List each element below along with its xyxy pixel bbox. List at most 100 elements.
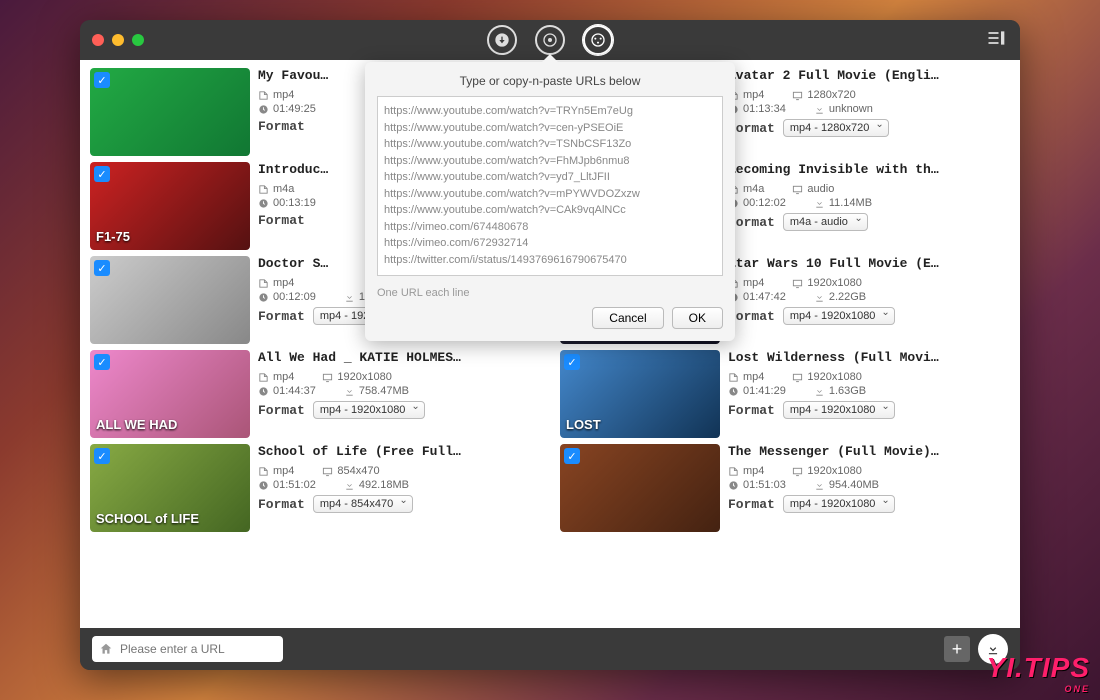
video-thumbnail[interactable]: ✓ LOST xyxy=(560,350,720,438)
url-input[interactable] xyxy=(92,636,283,662)
file-ext: mp4 xyxy=(258,277,294,289)
add-url-button[interactable]: + xyxy=(944,636,970,662)
video-item: ✓ LOST Lost Wilderness (Full Movi… mp4 1… xyxy=(560,350,1010,438)
file-ext: mp4 xyxy=(258,371,294,383)
format-select[interactable]: mp4 - 1280x720 xyxy=(783,119,889,137)
checkbox-icon[interactable]: ✓ xyxy=(94,260,110,276)
format-select[interactable]: mp4 - 1920x1080 xyxy=(783,401,895,419)
popover-hint: One URL each line xyxy=(377,287,723,299)
file-ext: mp4 xyxy=(258,465,294,477)
resolution: 1920x1080 xyxy=(792,371,861,383)
mode-download-icon[interactable] xyxy=(487,25,517,55)
url-textarea[interactable] xyxy=(377,96,723,276)
duration: 01:13:34 xyxy=(728,103,786,115)
checkbox-icon[interactable]: ✓ xyxy=(94,72,110,88)
duration: 01:51:02 xyxy=(258,479,316,491)
file-ext: mp4 xyxy=(258,89,294,101)
file-size: 1.63GB xyxy=(814,385,866,397)
format-label: Format xyxy=(728,403,775,418)
video-meta: …vatar 2 Full Movie (Engli… mp4 1280x720… xyxy=(728,68,1010,137)
duration: 01:49:25 xyxy=(258,103,316,115)
duration: 00:13:19 xyxy=(258,197,316,209)
close-window-button[interactable] xyxy=(92,34,104,46)
ok-button[interactable]: OK xyxy=(672,307,723,329)
batch-url-popover: Type or copy-n-paste URLs below One URL … xyxy=(365,62,735,341)
video-item: ✓ ALL WE HAD All We Had _ KATIE HOLMES… … xyxy=(90,350,540,438)
minimize-window-button[interactable] xyxy=(112,34,124,46)
format-label: Format xyxy=(258,403,305,418)
checkbox-icon[interactable]: ✓ xyxy=(94,354,110,370)
video-title: All We Had _ KATIE HOLMES… xyxy=(258,350,540,365)
duration: 00:12:09 xyxy=(258,291,316,303)
checkbox-icon[interactable]: ✓ xyxy=(94,448,110,464)
video-thumbnail[interactable]: ✓ SCHOOL of LIFE xyxy=(90,444,250,532)
video-title: …vatar 2 Full Movie (Engli… xyxy=(728,68,1010,83)
popover-buttons: Cancel OK xyxy=(377,307,723,329)
video-item: ✓ The Messenger (Full Movie)… mp4 1920x1… xyxy=(560,444,1010,532)
resolution: 1920x1080 xyxy=(792,277,861,289)
resolution: 1920x1080 xyxy=(792,465,861,477)
video-meta: …ecoming Invisible with th… m4a audio 00… xyxy=(728,162,1010,231)
duration: 00:12:02 xyxy=(728,197,786,209)
resolution: audio xyxy=(792,183,834,195)
duration: 01:41:29 xyxy=(728,385,786,397)
video-meta: Lost Wilderness (Full Movi… mp4 1920x108… xyxy=(728,350,1010,419)
file-size: 2.22GB xyxy=(814,291,866,303)
file-size: 492.18MB xyxy=(344,479,409,491)
window-controls xyxy=(92,34,144,46)
video-thumbnail[interactable]: ✓ xyxy=(560,444,720,532)
format-select[interactable]: mp4 - 854x470 xyxy=(313,495,413,513)
home-icon xyxy=(99,642,113,656)
video-meta: All We Had _ KATIE HOLMES… mp4 1920x1080… xyxy=(258,350,540,419)
mode-tabs xyxy=(487,25,613,55)
video-thumbnail[interactable]: ✓ F1-75 xyxy=(90,162,250,250)
maximize-window-button[interactable] xyxy=(132,34,144,46)
resolution: 1280x720 xyxy=(792,89,855,101)
video-title: Lost Wilderness (Full Movi… xyxy=(728,350,1010,365)
video-meta: …tar Wars 10 Full Movie (E… mp4 1920x108… xyxy=(728,256,1010,325)
format-select[interactable]: mp4 - 1920x1080 xyxy=(313,401,425,419)
resolution: 854x470 xyxy=(322,465,379,477)
video-item: ✓ SCHOOL of LIFE School of Life (Free Fu… xyxy=(90,444,540,532)
video-thumbnail[interactable]: ✓ xyxy=(90,68,250,156)
checkbox-icon[interactable]: ✓ xyxy=(564,448,580,464)
file-ext: mp4 xyxy=(728,371,764,383)
duration: 01:44:37 xyxy=(258,385,316,397)
thumbnail-label: SCHOOL of LIFE xyxy=(96,511,199,526)
video-meta: School of Life (Free Full… mp4 854x470 0… xyxy=(258,444,540,513)
app-window: ✓ My Favou… mp4 01:49:25 Format …vatar 2… xyxy=(80,20,1020,670)
resolution: 1920x1080 xyxy=(322,371,391,383)
file-ext: m4a xyxy=(258,183,294,195)
format-select[interactable]: mp4 - 1920x1080 xyxy=(783,307,895,325)
video-title: The Messenger (Full Movie)… xyxy=(728,444,1010,459)
library-icon[interactable] xyxy=(986,28,1006,53)
format-label: Format xyxy=(258,309,305,324)
file-ext: mp4 xyxy=(728,465,764,477)
video-title: …ecoming Invisible with th… xyxy=(728,162,1010,177)
thumbnail-label: F1-75 xyxy=(96,229,130,244)
file-size: unknown xyxy=(814,103,873,115)
file-size: 11.14MB xyxy=(814,197,872,209)
popover-title: Type or copy-n-paste URLs below xyxy=(377,74,723,88)
format-select[interactable]: mp4 - 1920x1080 xyxy=(783,495,895,513)
thumbnail-label: LOST xyxy=(566,417,601,432)
file-size: 954.40MB xyxy=(814,479,879,491)
format-label: Format xyxy=(728,309,775,324)
mode-convert-icon[interactable] xyxy=(535,25,565,55)
format-select[interactable]: m4a - audio xyxy=(783,213,868,231)
thumbnail-label: ALL WE HAD xyxy=(96,417,177,432)
checkbox-icon[interactable]: ✓ xyxy=(94,166,110,182)
duration: 01:47:42 xyxy=(728,291,786,303)
checkbox-icon[interactable]: ✓ xyxy=(564,354,580,370)
cancel-button[interactable]: Cancel xyxy=(592,307,663,329)
file-size: 758.47MB xyxy=(344,385,409,397)
format-label: Format xyxy=(258,213,305,228)
video-thumbnail[interactable]: ✓ ALL WE HAD xyxy=(90,350,250,438)
format-label: Format xyxy=(258,119,305,134)
format-label: Format xyxy=(258,497,305,512)
mode-batch-icon[interactable] xyxy=(583,25,613,55)
format-label: Format xyxy=(728,215,775,230)
format-label: Format xyxy=(728,497,775,512)
video-title: School of Life (Free Full… xyxy=(258,444,540,459)
video-thumbnail[interactable]: ✓ xyxy=(90,256,250,344)
